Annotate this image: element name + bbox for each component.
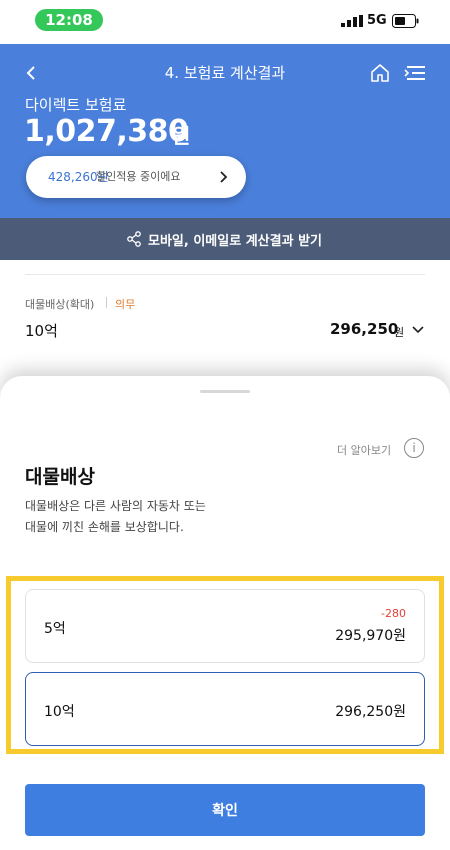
share-label: 모바일, 이메일로 계산결과 받기: [148, 234, 322, 249]
divider: [25, 274, 425, 275]
coverage-value[interactable]: 10억: [25, 320, 58, 341]
network-type: 5G: [367, 13, 387, 28]
premium-unit: 원: [172, 124, 191, 148]
sheet-title: 대물배상: [25, 466, 95, 488]
coverage-label: 대물배상(확대): [25, 298, 95, 311]
option-price-difference: -280: [381, 607, 406, 620]
coverage-bottom-sheet: 더 알아보기 i 대물배상 대물배상은 다른 사람의 자동차 또는 대물에 끼친…: [0, 376, 450, 850]
discount-button[interactable]: 428,260원 할인적용 중이에요: [26, 156, 246, 198]
option-price: 295,970원: [335, 628, 406, 644]
share-icon: [127, 231, 141, 247]
chevron-right-icon: [220, 171, 228, 183]
sheet-description-line: 대물배상은 다른 사람의 자동차 또는: [25, 499, 206, 513]
status-bar: 12:08 5G: [0, 0, 450, 44]
option-name: 5억: [44, 621, 66, 637]
info-icon[interactable]: i: [404, 438, 424, 458]
home-icon[interactable]: [369, 62, 391, 84]
coverage-price[interactable]: 296,250: [330, 320, 398, 338]
sheet-description-line: 대물에 끼친 손해를 보상합니다.: [25, 520, 184, 534]
premium-amount: 1,027,380: [24, 114, 189, 149]
mandatory-badge: 의무: [115, 298, 136, 311]
result-header: 4. 보험료 계산결과 다이렉트 보험료 1,027,380 원 428,260…: [0, 44, 450, 218]
sheet-description: 대물배상은 다른 사람의 자동차 또는 대물에 끼친 손해를 보상합니다.: [25, 496, 345, 538]
coverage-list: 대물배상(확대) 의무 10억 296,250 원: [0, 260, 450, 380]
discount-text: 할인적용 중이에요: [96, 170, 181, 183]
premium-label: 다이렉트 보험료: [25, 96, 127, 114]
battery-icon: [392, 14, 419, 28]
learn-more-link[interactable]: 더 알아보기: [337, 442, 391, 458]
option-name: 10억: [44, 704, 75, 720]
signal-icon: [341, 15, 363, 27]
sheet-drag-handle[interactable]: [200, 390, 250, 393]
option-price: 296,250원: [335, 704, 406, 720]
option-10-eok[interactable]: 10억 296,250원: [25, 672, 425, 746]
confirm-button[interactable]: 확인: [25, 784, 425, 836]
coverage-price-unit: 원: [394, 326, 405, 339]
status-time: 12:08: [35, 9, 103, 31]
chevron-down-icon[interactable]: [411, 324, 425, 336]
option-5-eok[interactable]: 5억 -280 295,970원: [25, 589, 425, 663]
menu-icon[interactable]: [404, 64, 426, 82]
share-results-button[interactable]: 모바일, 이메일로 계산결과 받기: [0, 218, 450, 260]
coverage-options: 5억 -280 295,970원 10억 296,250원: [6, 576, 444, 754]
divider: [106, 297, 107, 308]
